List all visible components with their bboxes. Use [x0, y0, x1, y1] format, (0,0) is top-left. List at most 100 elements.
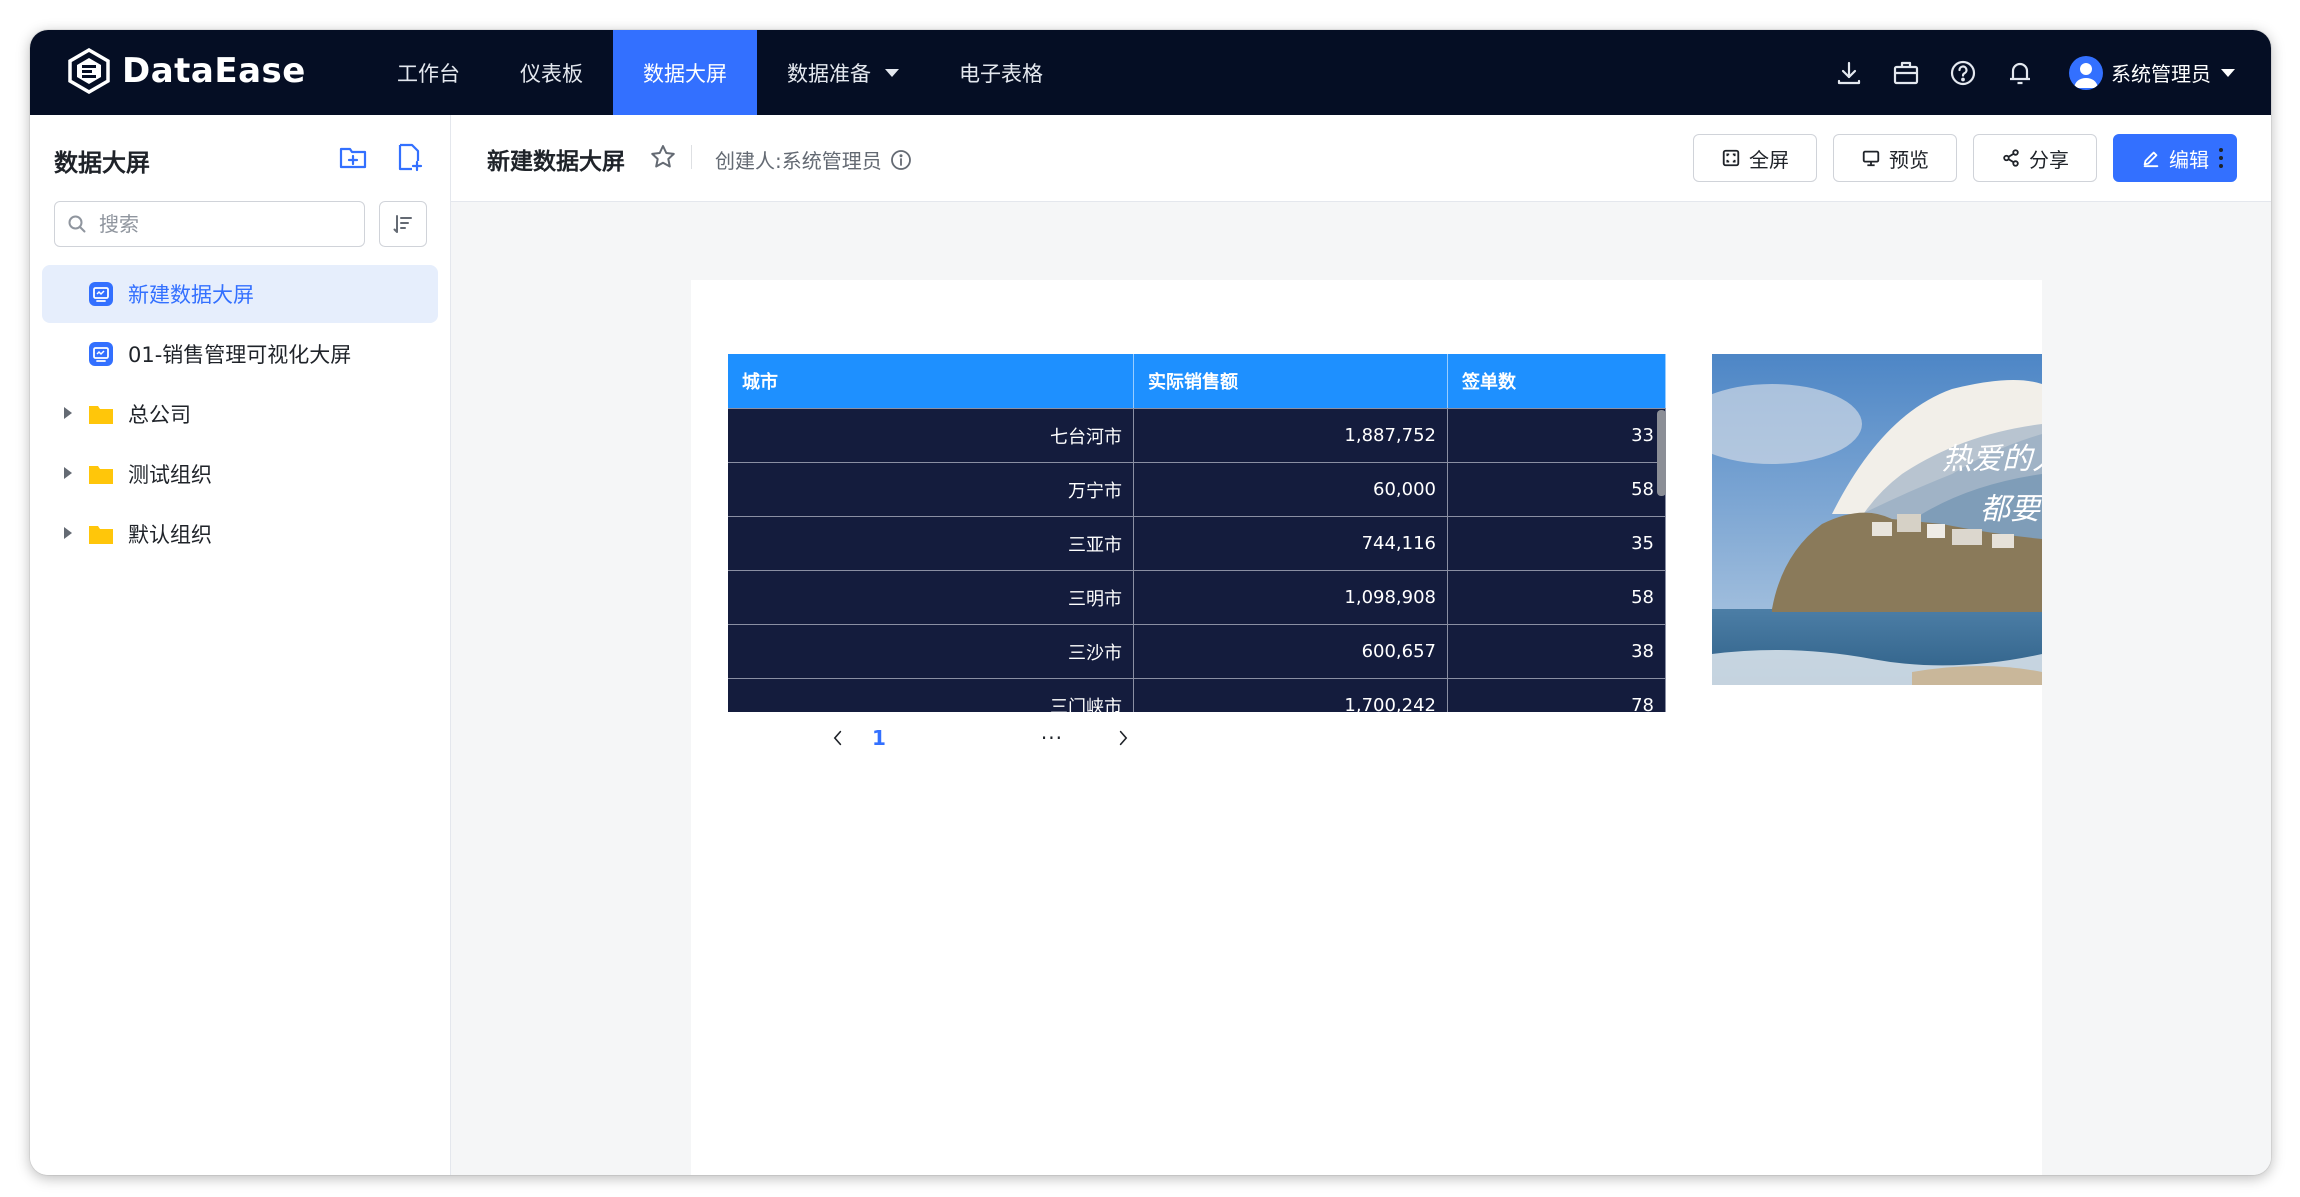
next-page-button[interactable]	[1113, 726, 1133, 750]
search-input[interactable]	[97, 211, 341, 237]
table-header-cell[interactable]: 城市	[728, 354, 1134, 408]
nav-data-prep[interactable]: 数据准备	[757, 30, 929, 115]
table-cell: 三沙市	[728, 625, 1134, 678]
preview-button[interactable]: 预览	[1833, 134, 1957, 182]
tree-item-sales-screen[interactable]: 01-销售管理可视化大屏	[42, 325, 438, 383]
table-cell: 744,116	[1134, 517, 1448, 570]
tree-item-default-org[interactable]: 默认组织	[42, 505, 438, 563]
edit-icon	[2143, 151, 2159, 168]
resource-tree: 新建数据大屏 01-销售管理可视化大屏 总公司 测试组织 默认组织	[42, 265, 438, 565]
table-header: 城市 实际销售额 签单数	[728, 354, 1666, 408]
avatar	[2069, 55, 2103, 90]
folder-icon	[88, 521, 114, 547]
brand-name: DataEase	[122, 51, 306, 91]
new-screen-button[interactable]	[392, 140, 426, 174]
expand-arrow-icon[interactable]	[64, 407, 72, 419]
sidebar-title: 数据大屏	[54, 149, 150, 177]
table-cell: 600,657	[1134, 625, 1448, 678]
folder-icon	[88, 401, 114, 427]
search-icon	[68, 215, 86, 233]
table-cell: 60,000	[1134, 463, 1448, 516]
table-cell: 三门峡市	[728, 679, 1134, 712]
new-folder-button[interactable]	[336, 140, 370, 174]
chevron-right-icon	[1119, 730, 1128, 746]
sort-icon	[393, 215, 412, 233]
nav-spreadsheet[interactable]: 电子表格	[929, 30, 1073, 115]
tree-item-label: 总公司	[128, 403, 191, 427]
table-row: 三亚市 744,116 35	[728, 516, 1666, 570]
bell-icon[interactable]	[2005, 58, 2035, 88]
table-cell: 1,700,242	[1134, 679, 1448, 712]
nav-workbench[interactable]: 工作台	[367, 30, 490, 115]
sort-button[interactable]	[379, 201, 427, 247]
creator-info: 创建人:系统管理员	[715, 145, 912, 174]
table-cell: 38	[1448, 625, 1666, 678]
logo[interactable]: DataEase	[66, 48, 306, 94]
picture-component[interactable]: 热爱的人 都要	[1712, 354, 2042, 685]
table-cell: 1,887,752	[1134, 409, 1448, 462]
star-icon[interactable]	[649, 143, 677, 171]
table-header-cell[interactable]: 实际销售额	[1134, 354, 1448, 408]
nav-label: 工作台	[397, 61, 460, 86]
tree-item-new-screen[interactable]: 新建数据大屏	[42, 265, 438, 323]
chevron-left-icon	[833, 730, 842, 746]
screen-icon	[88, 341, 114, 367]
table-row: 七台河市 1,887,752 33	[728, 408, 1666, 462]
nav-label: 仪表板	[520, 61, 583, 86]
top-nav-bar: DataEase 工作台 仪表板 数据大屏 数据准备 电子表格 系统管理员	[30, 30, 2271, 115]
app-window: DataEase 工作台 仪表板 数据大屏 数据准备 电子表格 系统管理员 数据…	[30, 30, 2271, 1175]
screen-icon	[88, 281, 114, 307]
image-overlay-text: 热爱的人	[1942, 442, 2042, 477]
tree-item-test-org[interactable]: 测试组织	[42, 445, 438, 503]
user-menu[interactable]: 系统管理员	[2069, 55, 2235, 90]
nav-label: 数据准备	[787, 61, 871, 86]
prev-page-button[interactable]	[828, 726, 848, 750]
share-icon	[2003, 149, 2019, 167]
nav-data-screen[interactable]: 数据大屏	[613, 30, 757, 115]
sidebar: 数据大屏 新建数据大屏 01-销售管理可视化大	[30, 115, 451, 1175]
table-cell: 七台河市	[728, 409, 1134, 462]
screen-canvas: 城市 实际销售额 签单数 七台河市 1,887,752 33 万宁市 60,00…	[691, 280, 2042, 1175]
fullscreen-button[interactable]: 全屏	[1693, 134, 1817, 182]
preview-label: 预览	[1889, 147, 1929, 172]
table-row: 万宁市 60,000 58	[728, 462, 1666, 516]
nav-dashboard[interactable]: 仪表板	[490, 30, 613, 115]
content-header: 新建数据大屏 创建人:系统管理员 全屏 预览 分享 编辑	[451, 115, 2271, 202]
tree-item-head-office[interactable]: 总公司	[42, 385, 438, 443]
table-cell: 1,098,908	[1134, 571, 1448, 624]
data-table[interactable]: 城市 实际销售额 签单数 七台河市 1,887,752 33 万宁市 60,00…	[728, 354, 1666, 712]
table-scrollbar[interactable]	[1657, 410, 1666, 496]
page-number[interactable]: 1	[872, 726, 886, 750]
toolbox-icon[interactable]	[1891, 58, 1921, 88]
page-ellipsis[interactable]: ···	[1041, 726, 1063, 750]
share-button[interactable]: 分享	[1973, 134, 2097, 182]
table-cell: 三亚市	[728, 517, 1134, 570]
info-icon[interactable]	[890, 149, 912, 171]
table-row: 三沙市 600,657 38	[728, 624, 1666, 678]
caret-down-icon	[885, 68, 899, 77]
nav-label: 数据大屏	[643, 61, 727, 86]
share-label: 分享	[2029, 147, 2069, 172]
expand-arrow-icon[interactable]	[64, 527, 72, 539]
table-cell: 78	[1448, 679, 1666, 712]
coastal-mountain-image: 热爱的人 都要	[1712, 354, 2042, 685]
help-icon[interactable]	[1948, 58, 1978, 88]
table-pagination: 1 ···	[828, 723, 1133, 753]
table-cell: 35	[1448, 517, 1666, 570]
table-cell: 58	[1448, 463, 1666, 516]
dataease-logo-icon	[68, 48, 110, 94]
more-menu-icon[interactable]	[2211, 141, 2231, 175]
table-cell: 三明市	[728, 571, 1134, 624]
expand-arrow-icon[interactable]	[64, 467, 72, 479]
download-icon[interactable]	[1834, 58, 1864, 88]
tree-item-label: 测试组织	[128, 463, 212, 487]
creator-label: 创建人:系统管理员	[715, 149, 882, 173]
search-field[interactable]	[54, 201, 365, 247]
table-row: 三门峡市 1,700,242 78	[728, 678, 1666, 712]
tree-item-label: 新建数据大屏	[128, 283, 254, 307]
table-cell: 33	[1448, 409, 1666, 462]
table-header-cell[interactable]: 签单数	[1448, 354, 1666, 408]
main-nav: 工作台 仪表板 数据大屏 数据准备 电子表格	[367, 30, 1073, 115]
nav-label: 电子表格	[959, 61, 1043, 86]
divider	[691, 145, 692, 169]
